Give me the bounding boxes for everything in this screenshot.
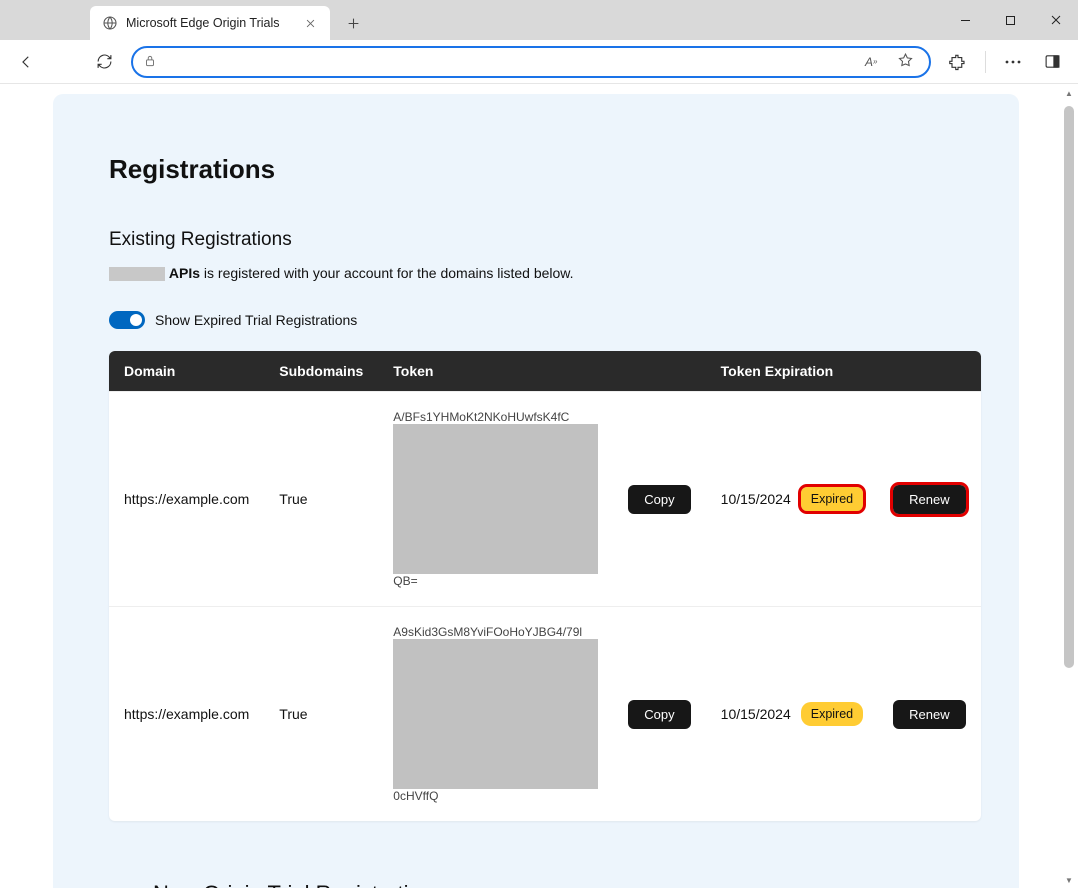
copy-button[interactable]: Copy [628, 700, 690, 729]
copy-button[interactable]: Copy [628, 485, 690, 514]
toolbar-divider [985, 51, 986, 73]
minimize-button[interactable] [943, 0, 988, 40]
token-fragment-end: QB= [393, 574, 598, 588]
settings-more-button[interactable] [995, 44, 1031, 80]
cell-subdomains: True [264, 607, 378, 822]
new-tab-button[interactable] [338, 8, 368, 38]
browser-tab[interactable]: Microsoft Edge Origin Trials [90, 6, 330, 40]
redacted-token [393, 639, 598, 789]
table-row: https://example.comTrueA9sKid3GsM8YviFOo… [109, 607, 981, 822]
cell-token: A/BFs1YHMoKt2NKoHUwfsK4fC QB= [378, 392, 613, 607]
sidebar-toggle-icon[interactable] [1034, 44, 1070, 80]
table-row: https://example.comTrueA/BFs1YHMoKt2NKoH… [109, 392, 981, 607]
cell-expiration: 10/15/2024 Expired [706, 607, 878, 822]
cell-copy: Copy [613, 392, 705, 607]
cell-domain: https://example.com [109, 392, 264, 607]
new-registration-heading: New Origin Trial Registration [153, 881, 919, 888]
url-input[interactable] [167, 54, 857, 69]
extensions-icon[interactable] [940, 44, 976, 80]
cell-subdomains: True [264, 392, 378, 607]
close-window-button[interactable] [1033, 0, 1078, 40]
expiration-date: 10/15/2024 [721, 491, 791, 507]
renew-button[interactable]: Renew [893, 700, 965, 729]
apis-label: APIs [169, 265, 200, 281]
page-scrollbar[interactable]: ▲ ▼ [1064, 88, 1074, 885]
page-viewport: Registrations Existing Registrations API… [3, 84, 1075, 888]
col-domain: Domain [109, 351, 264, 392]
forward-button [47, 44, 83, 80]
registration-info: APIs is registered with your account for… [109, 265, 963, 281]
refresh-button[interactable] [86, 44, 122, 80]
expiration-date: 10/15/2024 [721, 706, 791, 722]
expired-badge: Expired [801, 487, 863, 511]
close-tab-icon[interactable] [302, 15, 318, 31]
lock-icon [143, 54, 159, 70]
col-token: Token [378, 351, 705, 392]
token-fragment-start: A/BFs1YHMoKt2NKoHUwfsK4fC [393, 410, 598, 424]
cell-renew: Renew [878, 392, 980, 607]
redacted-token [393, 424, 598, 574]
browser-toolbar: A» [0, 40, 1078, 84]
registered-text: is registered with your account for the … [200, 265, 574, 281]
back-button[interactable] [8, 44, 44, 80]
page-card: Registrations Existing Registrations API… [53, 94, 1019, 888]
token-fragment-end: 0cHVffQ [393, 789, 598, 803]
tab-title: Microsoft Edge Origin Trials [126, 16, 294, 30]
cell-expiration: 10/15/2024 Expired [706, 392, 878, 607]
show-expired-toggle-row: Show Expired Trial Registrations [109, 311, 963, 329]
favorite-icon[interactable] [897, 52, 917, 72]
toggle-label: Show Expired Trial Registrations [155, 312, 357, 328]
cell-renew: Renew [878, 607, 980, 822]
redacted-api-name [109, 267, 165, 281]
window-titlebar: Microsoft Edge Origin Trials [0, 0, 1078, 40]
expired-badge: Expired [801, 702, 863, 726]
cell-copy: Copy [613, 607, 705, 822]
existing-registrations-heading: Existing Registrations [109, 229, 963, 251]
registrations-table: Domain Subdomains Token Token Expiration… [109, 351, 981, 821]
globe-icon [102, 15, 118, 31]
scroll-arrow-down-icon[interactable]: ▼ [1064, 875, 1074, 885]
maximize-button[interactable] [988, 0, 1033, 40]
col-expiration: Token Expiration [706, 351, 981, 392]
address-bar[interactable]: A» [131, 46, 931, 78]
new-registration-card: New Origin Trial Registration [109, 843, 963, 888]
token-fragment-start: A9sKid3GsM8YviFOoHoYJBG4/79l [393, 625, 598, 639]
cell-token: A9sKid3GsM8YviFOoHoYJBG4/79l 0cHVffQ [378, 607, 613, 822]
window-controls [943, 0, 1078, 40]
show-expired-toggle[interactable] [109, 311, 145, 329]
col-subdomains: Subdomains [264, 351, 378, 392]
scroll-thumb[interactable] [1064, 106, 1074, 668]
cell-domain: https://example.com [109, 607, 264, 822]
renew-button[interactable]: Renew [893, 485, 965, 514]
read-aloud-icon[interactable]: A» [865, 52, 885, 72]
scroll-arrow-up-icon[interactable]: ▲ [1064, 88, 1074, 98]
page-title: Registrations [109, 154, 963, 185]
